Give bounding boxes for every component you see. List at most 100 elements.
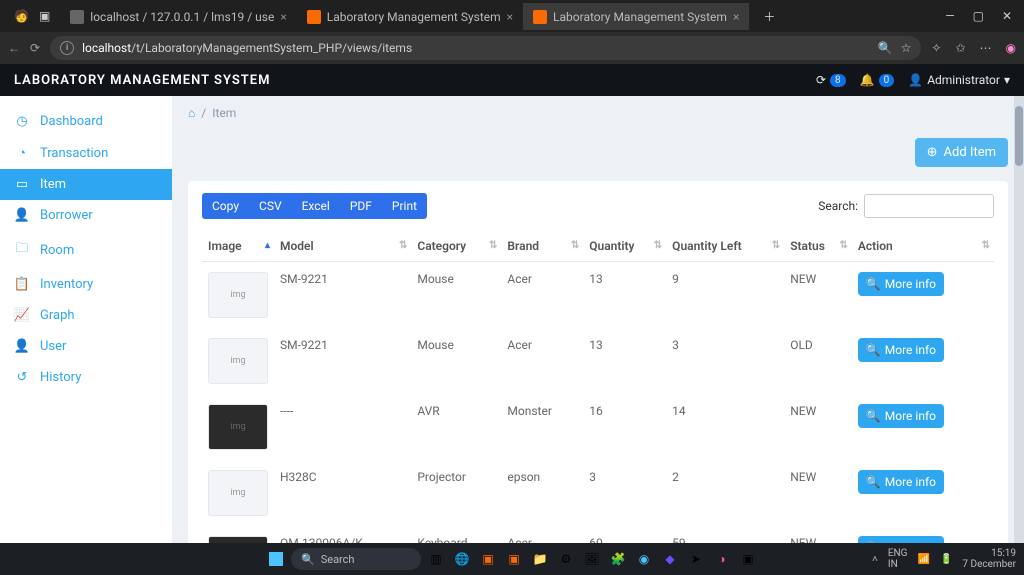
items-indicator[interactable]: ⟳ 8 <box>816 73 846 87</box>
app-title: LABORATORY MANAGEMENT SYSTEM <box>14 73 270 88</box>
sidebar-item-label: Item <box>40 177 66 192</box>
app-header: LABORATORY MANAGEMENT SYSTEM ⟳ 8 🔔 0 👤 A… <box>0 64 1024 96</box>
battery-icon[interactable]: 🔋 <box>940 554 952 565</box>
sidebar: ◷Dashboard ◔Transaction ▭Item 👤Borrower … <box>0 96 172 543</box>
cell-category: AVR <box>411 394 501 460</box>
table-row: imgOM-130006A/KKeyboardAcer6059NEW🔍 More… <box>202 526 994 543</box>
col-action[interactable]: Action⇅ <box>852 231 994 262</box>
app-icon[interactable]: ⚙ <box>555 548 577 570</box>
workspaces-icon[interactable]: ▣ <box>39 9 50 23</box>
sidebar-item-borrower[interactable]: 👤Borrower <box>0 200 172 231</box>
app-icon[interactable]: ▣ <box>477 548 499 570</box>
col-category[interactable]: Category⇅ <box>411 231 501 262</box>
app-icon[interactable]: 🌐 <box>451 548 473 570</box>
maximize-icon[interactable]: ▢ <box>973 9 984 23</box>
app-icon[interactable]: 🖼 <box>581 548 603 570</box>
breadcrumb: ⌂ / Item <box>172 96 1024 120</box>
search-icon: 🔍 <box>866 409 881 423</box>
export-copy-button[interactable]: Copy <box>202 193 249 219</box>
app-icon[interactable]: ▣ <box>737 548 759 570</box>
new-tab-button[interactable]: ＋ <box>755 4 783 29</box>
export-csv-button[interactable]: CSV <box>249 193 292 219</box>
more-info-button[interactable]: 🔍 More info <box>858 404 944 428</box>
cell-brand: Monster <box>501 394 583 460</box>
app-icon[interactable]: ◑ <box>711 548 733 570</box>
close-icon[interactable]: × <box>733 10 739 24</box>
sidebar-item-dashboard[interactable]: ◷Dashboard <box>0 106 172 137</box>
app-icon[interactable]: ◆ <box>659 548 681 570</box>
site-info-icon[interactable]: i <box>60 41 74 55</box>
start-button[interactable] <box>265 548 287 570</box>
add-item-button[interactable]: ⊕Add Item <box>915 138 1008 167</box>
history-icon: ↺ <box>14 370 30 385</box>
breadcrumb-current: Item <box>212 106 236 120</box>
col-brand[interactable]: Brand⇅ <box>501 231 583 262</box>
notif-badge: 0 <box>879 74 895 87</box>
sidebar-item-transaction[interactable]: ◔Transaction <box>0 137 172 169</box>
taskbar-search-placeholder: Search <box>321 553 355 566</box>
home-icon[interactable]: ⌂ <box>188 106 195 120</box>
scrollbar-track[interactable] <box>1014 96 1024 543</box>
task-view-icon[interactable]: ▥ <box>425 548 447 570</box>
cell-brand: epson <box>501 460 583 526</box>
chevron-up-icon[interactable]: ˄ <box>872 554 878 565</box>
zoom-icon[interactable]: 🔍 <box>878 41 893 55</box>
export-excel-button[interactable]: Excel <box>292 193 340 219</box>
more-icon[interactable]: ⋯ <box>980 41 992 55</box>
back-icon[interactable]: ← <box>8 41 20 55</box>
col-model[interactable]: Model⇅ <box>274 231 411 262</box>
browser-tab-2[interactable]: Laboratory Management System × <box>523 3 749 30</box>
browser-tab-1[interactable]: Laboratory Management System × <box>297 3 523 30</box>
col-image[interactable]: Image▴ <box>202 231 274 262</box>
taskbar-search[interactable]: 🔍Search <box>291 548 421 570</box>
notifications-indicator[interactable]: 🔔 0 <box>860 73 895 87</box>
app-icon[interactable]: 📁 <box>529 548 551 570</box>
col-status[interactable]: Status⇅ <box>784 231 852 262</box>
more-info-button[interactable]: 🔍 More info <box>858 272 944 296</box>
sidebar-item-room[interactable]: 🗀Room <box>0 231 172 269</box>
tray-clock[interactable]: 15:197 December <box>962 548 1016 570</box>
sidebar-item-history[interactable]: ↺History <box>0 362 172 393</box>
search-icon: 🔍 <box>866 475 881 489</box>
sidebar-item-graph[interactable]: 📈Graph <box>0 300 172 331</box>
user-menu[interactable]: 👤 Administrator ▾ <box>908 73 1010 87</box>
address-bar: ← ⟳ i localhost/t/LaboratoryManagementSy… <box>0 32 1024 64</box>
export-print-button[interactable]: Print <box>382 193 427 219</box>
app-icon[interactable]: ▣ <box>503 548 525 570</box>
app-icon[interactable]: ◉ <box>633 548 655 570</box>
cell-category: Mouse <box>411 262 501 329</box>
app-icon[interactable]: 🧩 <box>607 548 629 570</box>
close-window-icon[interactable]: ✕ <box>1002 9 1012 23</box>
copilot-icon[interactable]: ◉ <box>1006 41 1016 55</box>
cell-category: Keyboard <box>411 526 501 543</box>
url-field[interactable]: i localhost/t/LaboratoryManagementSystem… <box>50 36 921 60</box>
cell-quantity-left: 3 <box>666 328 784 394</box>
sidebar-item-inventory[interactable]: 📋Inventory <box>0 269 172 300</box>
export-pdf-button[interactable]: PDF <box>340 193 382 219</box>
sidebar-item-user[interactable]: 👤User <box>0 331 172 362</box>
close-icon[interactable]: × <box>280 10 286 24</box>
favorites-bar-icon[interactable]: ✩ <box>955 41 965 55</box>
system-tray[interactable]: ˄ ENGIN 📶 🔋 15:197 December <box>872 548 1016 570</box>
more-info-button[interactable]: 🔍 More info <box>858 338 944 362</box>
col-quantity[interactable]: Quantity⇅ <box>583 231 666 262</box>
search-input[interactable] <box>864 194 994 218</box>
cell-brand: Acer <box>501 328 583 394</box>
col-quantity-left[interactable]: Quantity Left⇅ <box>666 231 784 262</box>
sidebar-item-item[interactable]: ▭ Item <box>0 169 172 200</box>
favorite-icon[interactable]: ☆ <box>901 41 912 55</box>
more-info-button[interactable]: 🔍 More info <box>858 470 944 494</box>
cell-status: NEW <box>784 262 852 329</box>
browser-tab-0[interactable]: localhost / 127.0.0.1 / lms19 / use × <box>60 3 296 30</box>
extensions-icon[interactable]: ✧ <box>931 41 941 55</box>
profile-icon[interactable]: 🧑 <box>14 9 29 23</box>
cell-status: NEW <box>784 394 852 460</box>
scrollbar-thumb[interactable] <box>1015 106 1023 166</box>
more-info-button[interactable]: 🔍 More info <box>858 536 944 543</box>
minimize-icon[interactable]: — <box>945 9 954 23</box>
refresh-icon[interactable]: ⟳ <box>30 41 40 55</box>
wifi-icon[interactable]: 📶 <box>918 554 930 565</box>
close-icon[interactable]: × <box>507 10 513 24</box>
app-icon[interactable]: ➤ <box>685 548 707 570</box>
box-icon: ▭ <box>14 177 30 192</box>
